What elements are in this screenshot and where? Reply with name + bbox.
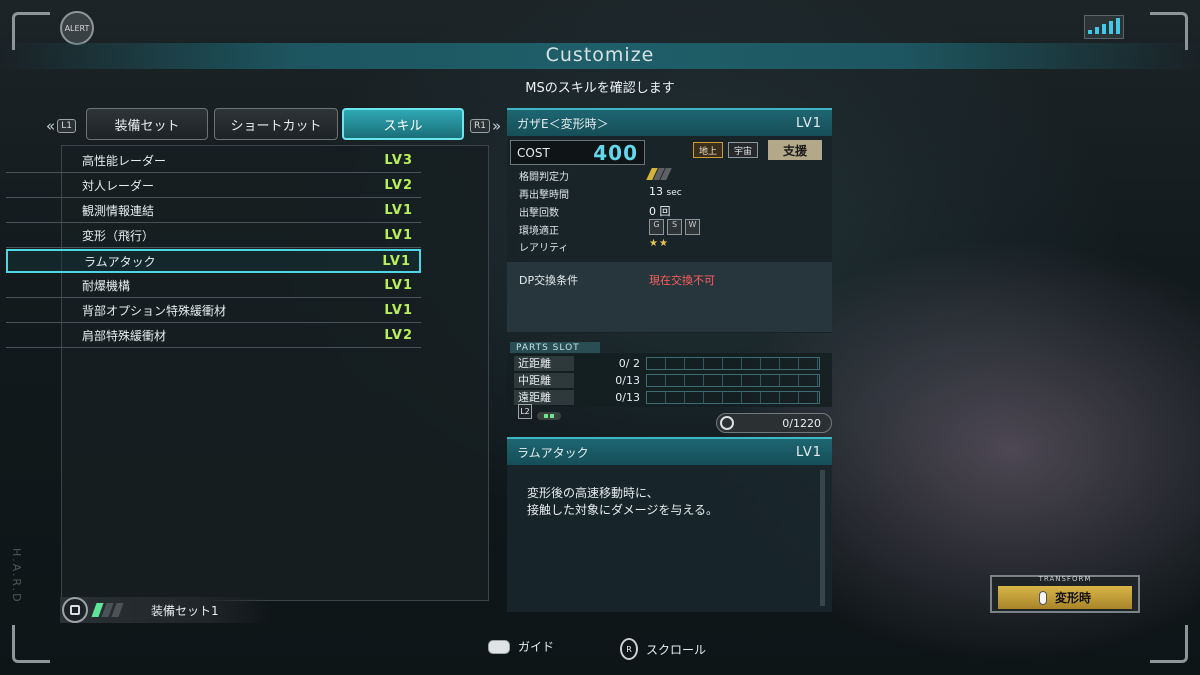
cost-value: 400 [593,140,638,165]
touchpad-icon [1038,590,1047,605]
unit-header: ガザE＜変形時＞ LV1 [507,108,832,136]
stat-label: 再出撃時間 [519,190,569,201]
skill-row[interactable]: 観測情報連結 LV1 [6,199,421,223]
transform-state: 変形時 [1054,591,1091,605]
tab-next-button[interactable]: R1 » [470,117,501,135]
frame-corner-bottom-right [1150,625,1188,663]
alert-icon: ALERT [60,11,94,45]
l2-key[interactable]: L2 [518,404,532,419]
skill-description: 変形後の高速移動時に、 接触した対象にダメージを与える。 [527,486,719,517]
loadout-indicator[interactable]: 装備セット1 [60,597,270,623]
parts-gauge [646,390,820,404]
touchpad-button-icon [488,639,510,654]
frame-corner-bottom-left [12,625,50,663]
tab-skill[interactable]: スキル [342,108,464,140]
melee-power-icon [646,168,672,180]
page-indicator [537,412,561,420]
guide-label: ガイド [518,640,555,654]
terrain-ground-badge: 地上 [693,142,723,158]
skill-name: 高性能レーダー [82,154,167,168]
sortie-count: 0 回 [649,205,671,218]
skill-level: LV1 [384,228,413,243]
capacity-value: 0/1220 [782,416,821,430]
parts-row: 中距離 0/13 [514,372,820,388]
tab-equipment-set[interactable]: 装備セット [86,108,208,140]
loadout-label: 装備セット1 [151,603,219,618]
environment-badges: GSW [649,219,700,235]
square-button-icon [62,597,88,623]
skill-name: 変形（飛行） [82,229,155,243]
parts-gauge [646,373,820,387]
skill-name: 観測情報連結 [82,204,155,218]
scroll-hint: R スクロール [620,638,706,660]
parts-gauge [646,356,820,370]
cost-box: COST 400 [510,140,645,165]
page-title: Customize [545,44,655,66]
skill-level: LV1 [384,203,413,218]
stat-label: レアリティ [519,243,569,254]
rarity-stars: ★★ [649,238,669,249]
dp-value: 現在交換不可 [649,274,715,287]
skill-level: LV3 [384,153,413,168]
parts-row: 近距離 0/ 2 [514,355,820,371]
skill-row[interactable]: 対人レーダー LV2 [6,174,421,198]
dp-label: DP交換条件 [519,274,579,287]
guide-hint[interactable]: ガイド [488,638,554,655]
chevron-left-icon: « [46,117,56,135]
skill-level: LV2 [384,328,413,343]
side-brand-text: H.A.R.D [10,548,23,604]
unit-level: LV1 [796,115,822,131]
skill-row[interactable]: 高性能レーダー LV3 [6,149,421,173]
stat-label: 出撃回数 [519,208,559,219]
unit-name: ガザE＜変形時＞ [517,116,609,131]
skill-level: LV1 [384,278,413,293]
skill-row[interactable]: 肩部特殊緩衝材 LV2 [6,324,421,348]
right-stick-icon: R [620,638,638,660]
page-subtitle: MSのスキルを確認します [525,81,675,96]
scroll-label: スクロール [646,642,707,657]
skill-detail-name: ラムアタック [517,445,589,460]
skill-detail-header: ラムアタック LV1 [507,437,832,465]
tab-shortcut[interactable]: ショートカット [214,108,338,140]
r1-key: R1 [470,119,490,133]
skill-level: LV1 [382,253,411,269]
skill-name: 背部オプション特殊緩衝材 [82,304,227,318]
parts-row: 遠距離 0/13 [514,389,820,405]
skill-row[interactable]: 変形（飛行） LV1 [6,224,421,248]
skill-name: 肩部特殊緩衝材 [82,329,167,343]
skill-row[interactable]: 耐爆機構 LV1 [6,274,421,298]
terrain-space-badge: 宇宙 [728,142,758,158]
stat-label: 環境適正 [519,226,559,237]
transform-label: TRANSFORM [1038,575,1092,583]
skill-row-selected[interactable]: ラムアタック LV1 [6,249,421,273]
skill-level: LV2 [384,178,413,193]
skill-row[interactable]: 背部オプション特殊緩衝材 LV1 [6,299,421,323]
skill-detail-level: LV1 [796,444,822,460]
chevron-right-icon: » [491,117,502,135]
wrench-icon [720,416,734,430]
signal-bars-icon [1084,15,1124,39]
skill-level: LV1 [384,303,413,318]
skill-name: 耐爆機構 [82,279,131,293]
role-badge: 支援 [768,140,822,160]
stat-label: 格闘判定力 [519,172,569,183]
description-scrollbar[interactable] [820,470,825,606]
l1-key: L1 [57,119,76,133]
respawn-time: 13 sec [649,185,682,198]
parts-capacity: 0/1220 [716,413,832,433]
skill-name: 対人レーダー [82,179,155,193]
loadout-bars [91,603,124,617]
skill-name: ラムアタック [84,254,156,269]
cost-label: COST [517,145,550,160]
tab-prev-button[interactable]: « L1 [46,117,76,135]
transform-toggle[interactable]: TRANSFORM 変形時 [990,575,1140,613]
